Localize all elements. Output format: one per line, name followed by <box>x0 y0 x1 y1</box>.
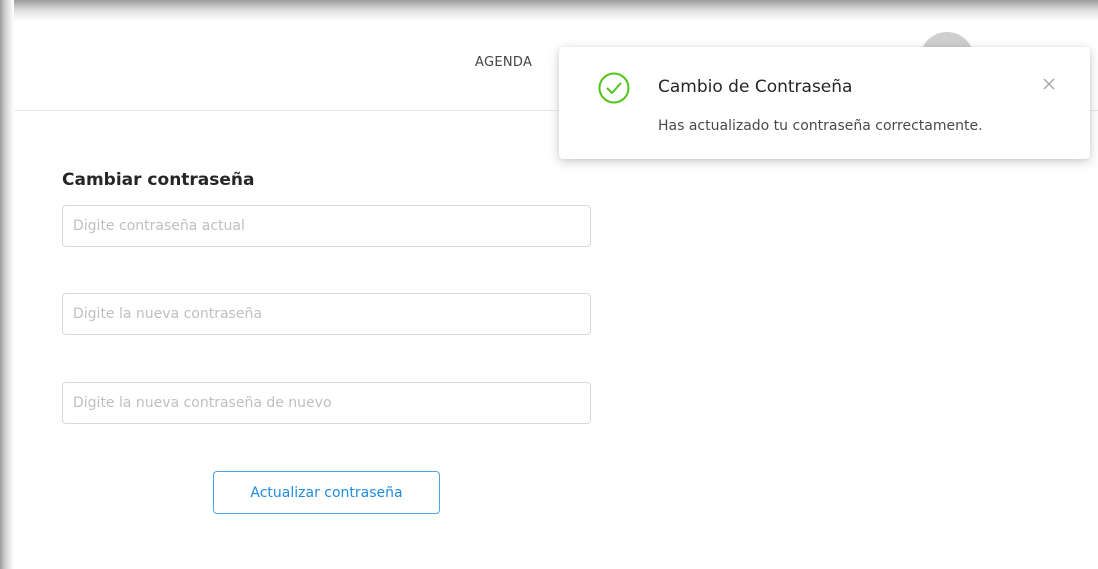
window-shadow-top <box>0 0 1098 22</box>
confirm-password-input[interactable] <box>62 382 591 424</box>
close-icon[interactable] <box>1040 75 1058 93</box>
update-password-button-label: Actualizar contraseña <box>250 484 403 501</box>
nav-link-agenda[interactable]: AGENDA <box>475 55 532 70</box>
current-password-input[interactable] <box>62 205 591 247</box>
update-password-button[interactable]: Actualizar contraseña <box>213 471 440 514</box>
page-title: Cambiar contraseña <box>62 170 255 190</box>
notification-toast: Cambio de Contraseña Has actualizado tu … <box>559 47 1090 159</box>
notification-message: Has actualizado tu contraseña correctame… <box>658 118 983 134</box>
new-password-input[interactable] <box>62 293 591 335</box>
window-shadow-left <box>0 0 14 569</box>
app-window: AGENDA Cambiar contraseña Actualizar con… <box>14 20 1098 569</box>
check-circle-icon <box>597 71 631 105</box>
notification-title: Cambio de Contraseña <box>658 77 853 97</box>
